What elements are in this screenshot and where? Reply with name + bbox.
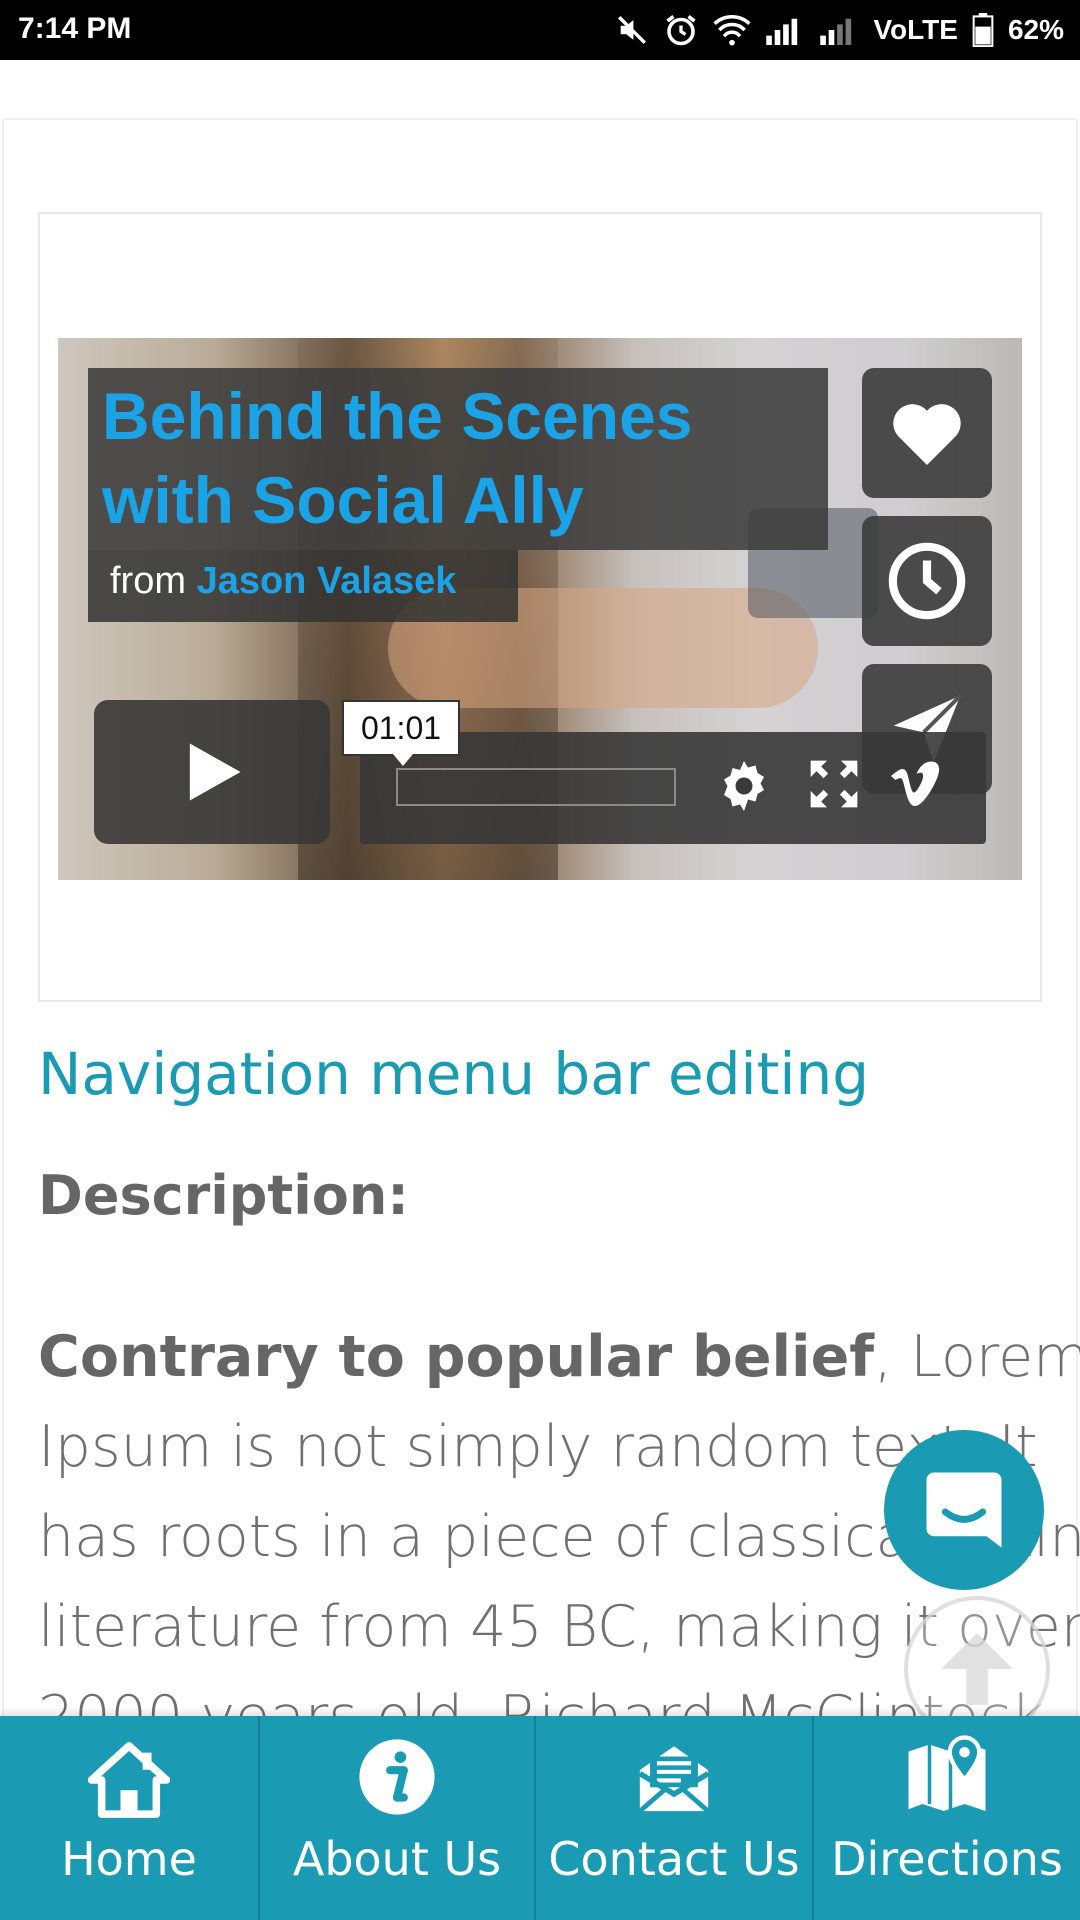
paragraph-text: , Lorem (874, 1324, 1080, 1390)
video-title[interactable]: Behind the Scenes with Social Ally (102, 374, 814, 542)
nav-about-us-label: About Us (292, 1832, 502, 1886)
nav-home[interactable]: Home (0, 1716, 260, 1920)
wifi-icon (713, 14, 752, 46)
signal-icon (766, 18, 798, 45)
video-byline: from Jason Valasek (88, 550, 518, 622)
play-icon (189, 743, 241, 801)
fullscreen-icon[interactable] (806, 756, 862, 812)
timecode-pointer (393, 754, 413, 766)
arrow-up-icon (941, 1633, 1013, 1705)
signal-icon (820, 18, 852, 45)
author-link[interactable]: Jason Valasek (197, 560, 457, 602)
play-button[interactable] (94, 700, 330, 844)
description-label: Description: (38, 1164, 409, 1227)
byline-prefix: from (110, 560, 186, 602)
chat-icon (926, 1472, 1002, 1548)
nav-contact-us[interactable]: Contact Us (536, 1716, 814, 1920)
clock-icon (888, 542, 966, 620)
battery-icon (972, 13, 994, 47)
alarm-icon (666, 15, 697, 46)
chat-button[interactable] (884, 1430, 1044, 1590)
nav-home-label: Home (61, 1832, 197, 1886)
info-icon (359, 1739, 435, 1815)
network-type: VoLTE (873, 14, 958, 45)
heart-icon (893, 404, 961, 465)
status-time: 7:14 PM (18, 12, 132, 45)
paragraph-bold-lead: Contrary to popular belief (38, 1324, 875, 1390)
nav-directions[interactable]: Directions (814, 1716, 1080, 1920)
page-content: Behind the Scenes with Social Ally from … (0, 60, 1080, 1716)
nav-directions-label: Directions (831, 1832, 1063, 1886)
bottom-navigation: Home About Us Contact Us Directions (0, 1716, 1080, 1920)
hover-timecode: 01:01 (342, 700, 460, 756)
status-bar: 7:14 PM VoLTE 62% (0, 0, 1080, 60)
battery-level: 62% (1007, 14, 1064, 45)
mute-icon (618, 16, 647, 44)
vimeo-icon[interactable] (886, 756, 946, 816)
status-icons: VoLTE 62% (615, 10, 1064, 50)
watch-later-button[interactable] (862, 516, 992, 646)
video-title-box[interactable]: Behind the Scenes with Social Ally (88, 368, 828, 550)
mail-icon (638, 1746, 710, 1813)
progress-bar[interactable] (396, 768, 676, 806)
paragraph-line: Contrary to popular belief, Lorem (38, 1312, 1080, 1402)
like-button[interactable] (862, 368, 992, 498)
settings-icon[interactable] (714, 756, 774, 816)
nav-contact-us-label: Contact Us (548, 1832, 800, 1886)
page-heading: Navigation menu bar editing (38, 1040, 870, 1108)
home-icon (88, 1742, 170, 1818)
nav-about-us[interactable]: About Us (260, 1716, 536, 1920)
video-frame: Behind the Scenes with Social Ally from … (38, 212, 1042, 1002)
video-player[interactable]: Behind the Scenes with Social Ally from … (58, 338, 1022, 880)
map-icon (908, 1735, 986, 1811)
